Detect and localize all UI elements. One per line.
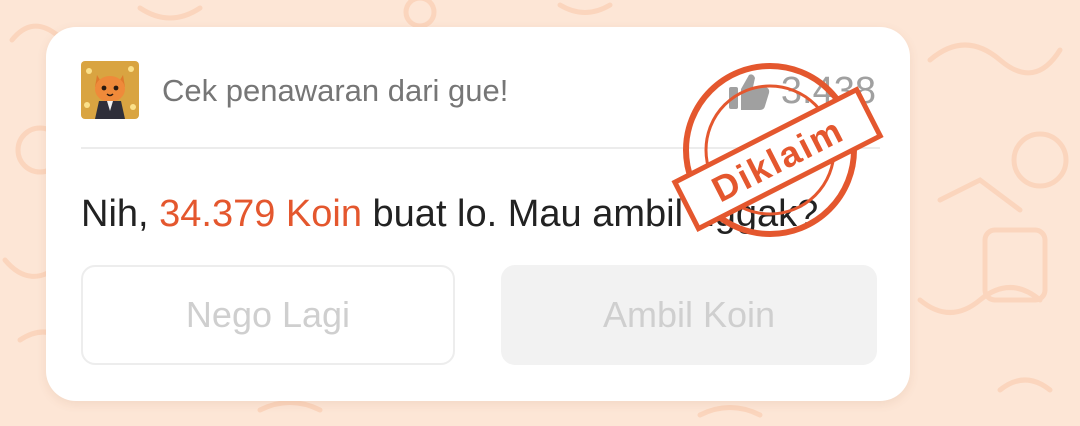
thumbs-up-icon: [728, 74, 770, 110]
ambil-koin-button[interactable]: Ambil Koin: [501, 265, 877, 365]
like-counter: 3.438: [727, 69, 876, 113]
coin-amount: 34.379 Koin: [159, 193, 362, 235]
offer-card: Cek penawaran dari gue! 3.438 Nih, 34.37…: [46, 27, 910, 401]
nego-lagi-label: Nego Lagi: [185, 294, 351, 335]
nego-lagi-button[interactable]: Nego Lagi: [81, 265, 455, 365]
cat-avatar-icon: [81, 61, 139, 119]
ambil-koin-label: Ambil Koin: [602, 294, 776, 335]
header-text: Cek penawaran dari gue!: [162, 73, 509, 108]
divider: [81, 147, 880, 149]
message-prefix: Nih,: [81, 193, 160, 235]
message-suffix: buat lo. Mau ambil nggak?: [361, 193, 819, 235]
offer-message: Nih, 34.379 Koin buat lo. Mau ambil ngga…: [81, 192, 818, 236]
like-count: 3.438: [780, 70, 876, 112]
